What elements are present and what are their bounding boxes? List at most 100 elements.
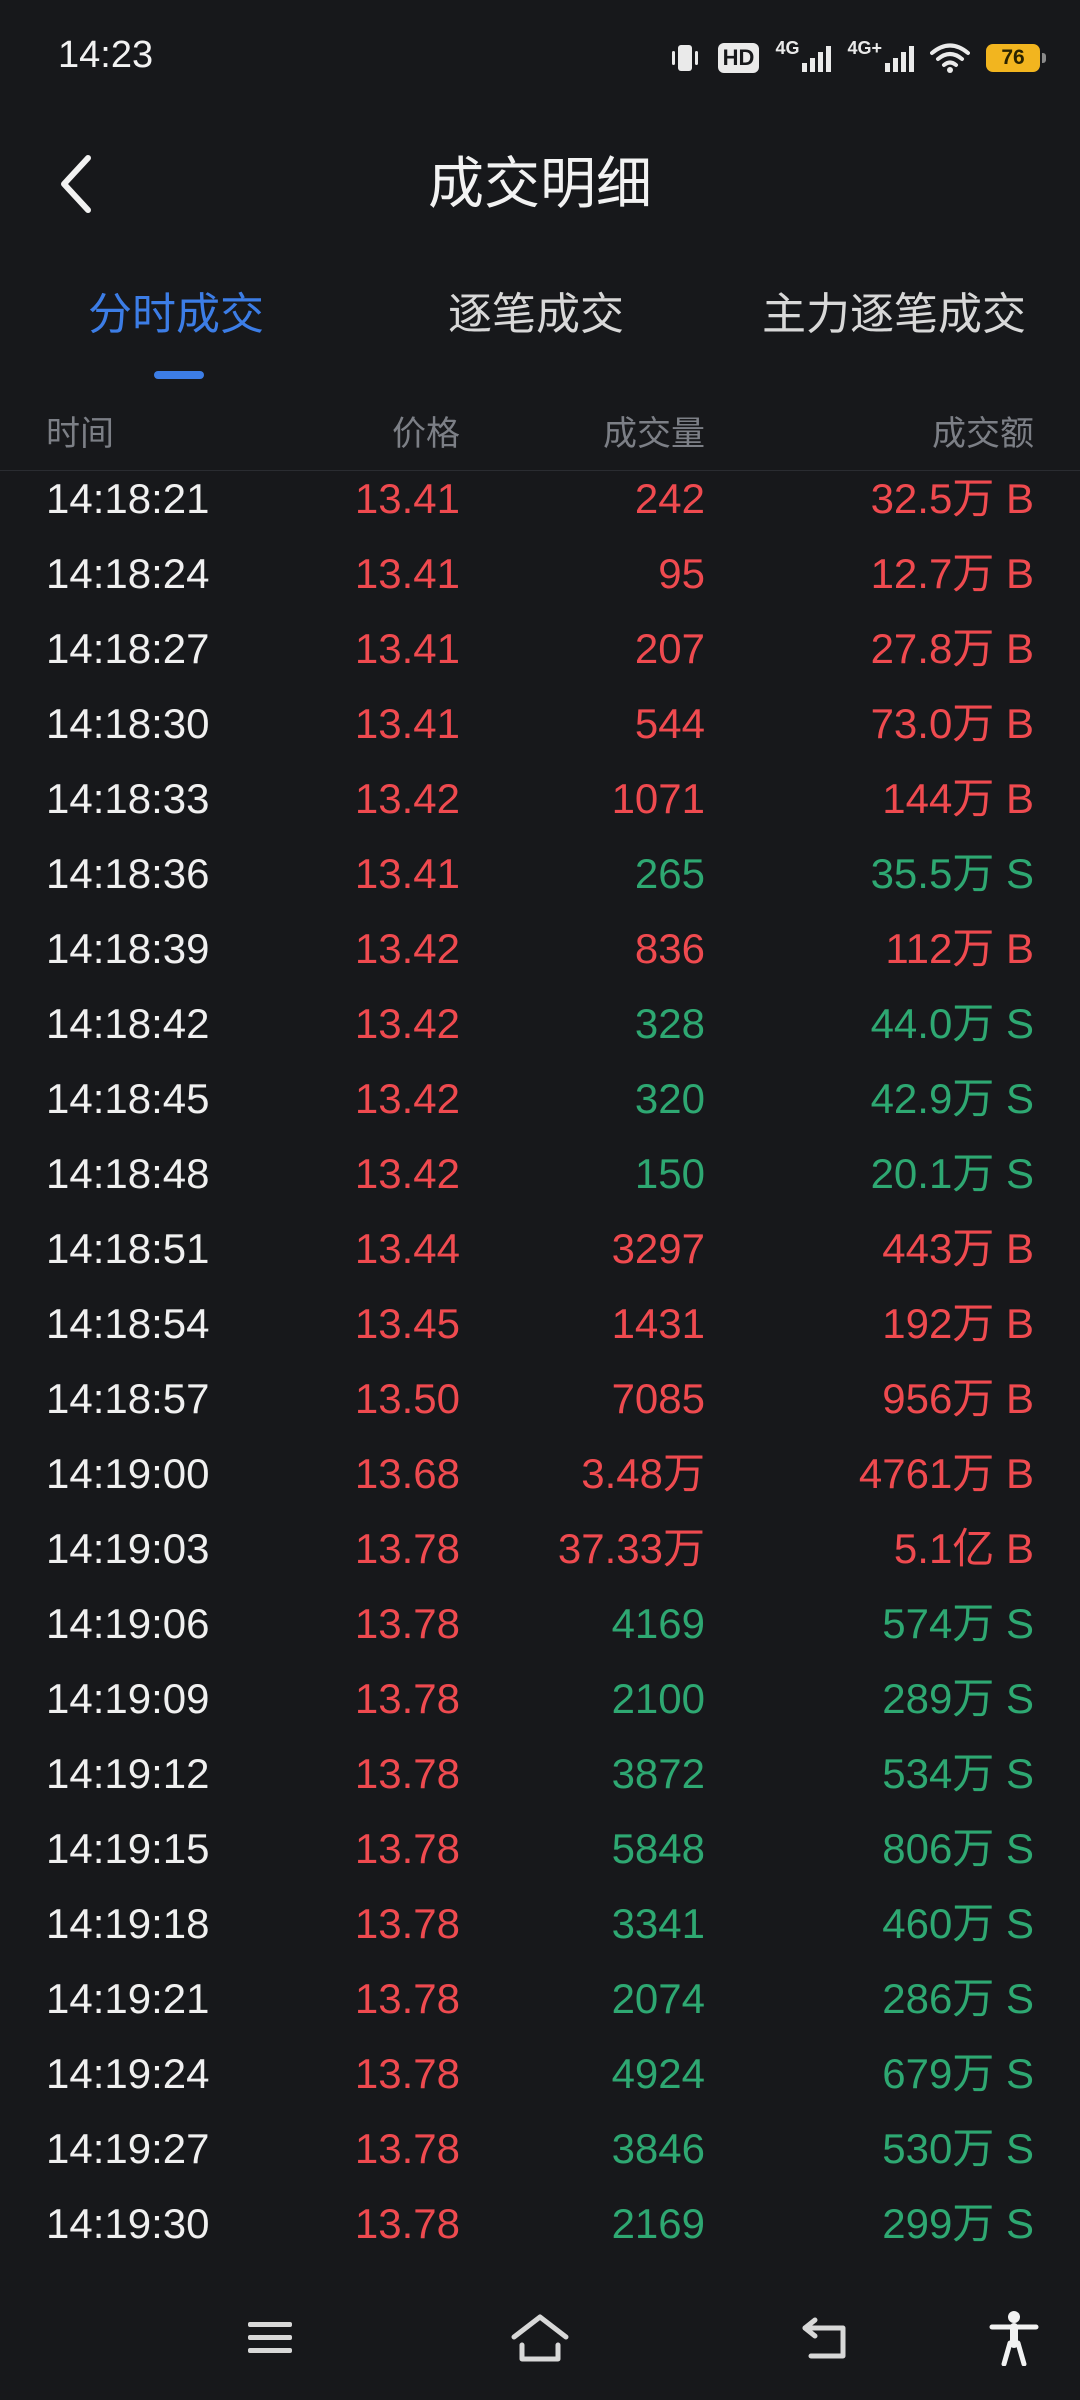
trade-price: 13.42 [354,1000,460,1047]
trade-price: 13.44 [354,1225,460,1272]
trade-amount: 32.5万 B [870,475,1034,522]
trade-list[interactable]: 14:18:21 13.41 242 32.5万 B 14:18:24 13.41 95 12… [0,475,1080,2275]
trade-row: 14:18:48 13.42 150 20.1万 S [0,1150,1080,1225]
status-icons: HD 4G 4G+ 76 [668,38,1046,78]
trade-volume: 1431 [611,1300,705,1347]
tab-time-sharing[interactable]: 分时成交 [88,285,264,345]
back-icon [802,2317,846,2359]
column-header-price: 价格 [392,415,460,453]
trade-volume: 4924 [611,2050,705,2097]
trade-row: 14:18:33 13.42 1071 144万 B [0,775,1080,850]
trade-amount: 73.0万 B [870,700,1034,747]
trade-amount: 112万 B [885,925,1034,972]
trade-time: 14:18:30 [46,700,210,747]
trade-amount: 20.1万 S [870,1150,1034,1197]
trade-time: 14:19:21 [46,1975,210,2022]
trade-amount: 289万 S [882,1675,1034,1722]
status-time: 14:23 [58,34,154,76]
trade-time: 14:18:21 [46,475,210,522]
trade-price: 13.42 [354,1075,460,1122]
trade-time: 14:18:24 [46,550,210,597]
trade-volume: 2100 [611,1675,705,1722]
trade-volume: 3341 [611,1900,705,1947]
home-button[interactable] [510,2308,570,2368]
trade-amount: 4761万 B [858,1450,1034,1497]
trade-volume: 544 [634,700,705,747]
menu-button[interactable] [240,2308,300,2368]
trade-time: 14:18:33 [46,775,210,822]
trade-row: 14:19:12 13.78 3872 534万 S [0,1750,1080,1825]
trade-volume: 3297 [611,1225,705,1272]
trade-price: 13.78 [354,2200,460,2247]
home-icon [511,2314,569,2362]
trade-amount: 144万 B [882,775,1034,822]
trade-price: 13.78 [354,1600,460,1647]
title-bar: 成交明细 [0,130,1080,240]
trade-price: 13.78 [354,2125,460,2172]
trade-price: 13.78 [354,1825,460,1872]
trade-time: 14:19:12 [46,1750,210,1797]
trade-volume: 3846 [611,2125,705,2172]
signal-4g-icon: 4G [775,38,832,76]
trade-price: 13.78 [354,1675,460,1722]
trade-volume: 2074 [611,1975,705,2022]
trade-row: 14:18:24 13.41 95 12.7万 B [0,550,1080,625]
trade-time: 14:18:48 [46,1150,210,1197]
trade-amount: 5.1亿 B [893,1525,1034,1572]
trade-volume: 37.33万 [557,1525,705,1572]
trade-row: 14:18:36 13.41 265 35.5万 S [0,850,1080,925]
trade-row: 14:18:30 13.41 544 73.0万 B [0,700,1080,775]
tab-tick-by-tick[interactable]: 逐笔成交 [448,285,624,345]
trade-price: 13.41 [354,700,460,747]
trade-time: 14:18:45 [46,1075,210,1122]
trade-amount: 534万 S [882,1750,1034,1797]
trade-time: 14:18:51 [46,1225,210,1272]
trade-volume: 2169 [611,2200,705,2247]
trade-volume: 95 [658,550,705,597]
trade-price: 13.50 [354,1375,460,1422]
trade-volume: 320 [634,1075,705,1122]
status-bar: 14:23 HD 4G 4G+ 76 [0,0,1080,115]
trade-amount: 956万 B [882,1375,1034,1422]
trade-row: 14:19:24 13.78 4924 679万 S [0,2050,1080,2125]
trade-time: 14:19:03 [46,1525,210,1572]
trade-row: 14:18:51 13.44 3297 443万 B [0,1225,1080,1300]
trade-amount: 27.8万 B [870,625,1034,672]
signal-4g-plus-icon: 4G+ [847,38,914,76]
column-header: 时间 价格 成交量 成交额 [0,398,1080,458]
trade-price: 13.41 [354,550,460,597]
trade-row: 14:19:06 13.78 4169 574万 S [0,1600,1080,1675]
trade-price: 13.68 [354,1450,460,1497]
trade-row: 14:19:09 13.78 2100 289万 S [0,1675,1080,1750]
trade-time: 14:18:57 [46,1375,210,1422]
tab-bar: 分时成交 逐笔成交 主力逐笔成交 [0,285,1080,379]
trade-volume: 3872 [611,1750,705,1797]
trade-price: 13.41 [354,850,460,897]
trade-row: 14:18:57 13.50 7085 956万 B [0,1375,1080,1450]
trade-price: 13.42 [354,1150,460,1197]
system-navigation-bar [0,2290,1080,2380]
trade-price: 13.42 [354,925,460,972]
battery-icon: 76 [986,40,1046,76]
accessibility-button[interactable] [984,2308,1044,2368]
trade-volume: 207 [634,625,705,672]
trade-volume: 5848 [611,1825,705,1872]
back-nav-button[interactable] [796,2308,856,2368]
trade-amount: 574万 S [882,1600,1034,1647]
trade-volume: 1071 [611,775,705,822]
column-header-volume: 成交量 [603,415,705,453]
trade-amount: 530万 S [882,2125,1034,2172]
trade-time: 14:19:27 [46,2125,210,2172]
trade-time: 14:18:27 [46,625,210,672]
trade-price: 13.78 [354,1975,460,2022]
trade-volume: 4169 [611,1600,705,1647]
trade-amount: 460万 S [882,1900,1034,1947]
trade-time: 14:19:09 [46,1675,210,1722]
trade-amount: 806万 S [882,1825,1034,1872]
tab-main-force-tick[interactable]: 主力逐笔成交 [762,285,1026,345]
trade-time: 14:19:24 [46,2050,210,2097]
hd-icon: HD [717,40,760,76]
trade-row: 14:18:54 13.45 1431 192万 B [0,1300,1080,1375]
column-header-time: 时间 [46,415,114,453]
trade-amount: 679万 S [882,2050,1034,2097]
